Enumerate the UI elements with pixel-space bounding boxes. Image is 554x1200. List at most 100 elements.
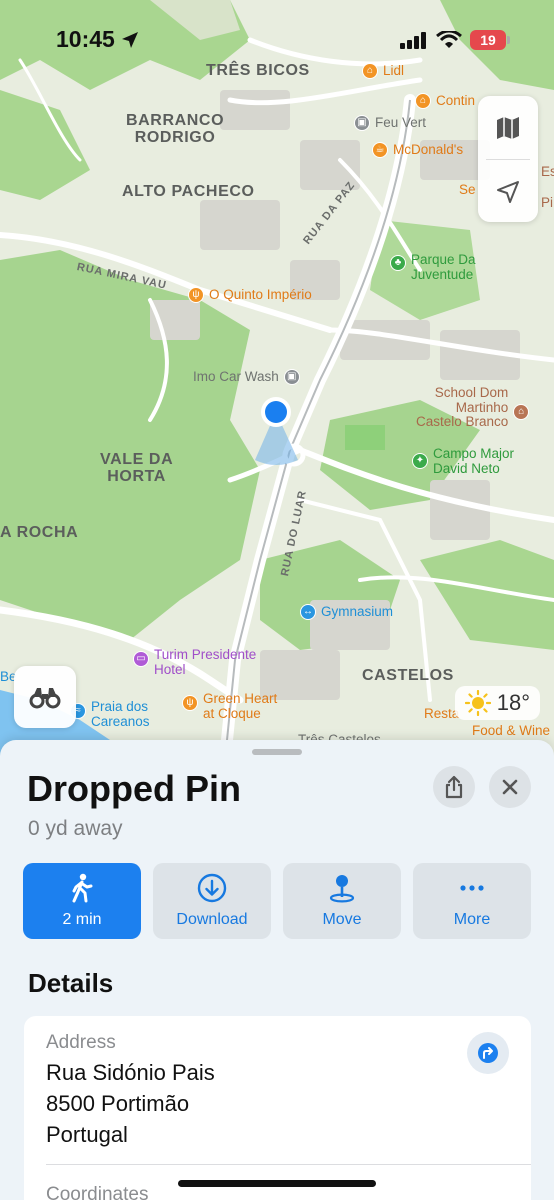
- fork-knife-icon: ψ: [188, 287, 204, 303]
- area-label-a-rocha: A ROCHA: [0, 524, 79, 541]
- poi-mcdonalds[interactable]: ☕ McDonald's: [372, 142, 463, 158]
- place-sheet: Dropped Pin 0 yd away 2 min Download Mov…: [0, 740, 554, 1200]
- download-icon: [197, 873, 227, 903]
- cellular-signal-icon: [400, 32, 426, 49]
- map-icon: [497, 116, 519, 139]
- share-icon: [445, 775, 463, 799]
- directions-walk-label: 2 min: [62, 911, 102, 928]
- poi-imo-car-wash[interactable]: ▣ Imo Car Wash: [193, 369, 300, 385]
- school-icon: ⌂: [513, 404, 530, 420]
- poi-parque-label: Parque Da Juventude: [411, 252, 476, 282]
- poi-gymnasium[interactable]: ↔ Gymnasium: [300, 604, 393, 620]
- tree-icon: ♣: [390, 255, 406, 271]
- area-label-alto-pacheco: ALTO PACHECO: [122, 183, 255, 200]
- directions-walk-button[interactable]: 2 min: [23, 863, 141, 939]
- move-label: Move: [322, 911, 362, 928]
- download-button[interactable]: Download: [153, 863, 271, 939]
- home-indicator[interactable]: [178, 1180, 376, 1187]
- poi-feu-vert[interactable]: ▣ Feu Vert: [354, 115, 426, 131]
- sports-icon: ✦: [412, 453, 428, 469]
- car-icon: ▣: [354, 115, 370, 131]
- status-time: 10:45: [56, 26, 139, 53]
- wifi-icon: [436, 30, 462, 48]
- close-button[interactable]: [489, 766, 531, 808]
- pin-icon: [329, 875, 355, 903]
- poi-quinto-label: O Quinto Império: [209, 286, 312, 302]
- address-label: Address: [46, 1032, 116, 1053]
- food-icon: ☕: [372, 142, 388, 158]
- place-title: Dropped Pin: [27, 768, 241, 809]
- sheet-grabber[interactable]: [252, 749, 302, 755]
- poi-green-heart[interactable]: ψ Green Heart at Cloque: [182, 691, 278, 721]
- poi-food-wine-label: Food & Wine: [472, 723, 551, 738]
- fork-knife-icon: ψ: [182, 695, 198, 711]
- address-line-3[interactable]: Portugal: [46, 1122, 128, 1148]
- poi-gymnasium-label: Gymnasium: [321, 603, 394, 619]
- poi-resta-partial: Resta: [424, 706, 460, 722]
- status-bar: 10:45 19: [0, 0, 554, 70]
- dumbbell-icon: ↔: [300, 604, 316, 620]
- area-label-vale-da-horta: VALE DA HORTA: [100, 451, 174, 486]
- poi-se-partial: Se: [459, 182, 476, 198]
- cart-icon: ⌂: [415, 93, 431, 109]
- look-around-button[interactable]: [14, 666, 76, 728]
- track-location-button[interactable]: [478, 160, 538, 223]
- poi-praia-dos-careanos[interactable]: ≈ Praia dos Careanos: [70, 699, 150, 729]
- area-label-castelos: CASTELOS: [362, 667, 454, 684]
- weather-badge: 18°: [454, 686, 540, 720]
- status-time-text: 10:45: [56, 26, 115, 52]
- map-mode-button[interactable]: [478, 96, 538, 159]
- poi-parque-da-juventude[interactable]: ♣ Parque Da Juventude: [390, 252, 476, 282]
- map-controls: [478, 96, 538, 222]
- details-heading: Details: [28, 968, 114, 998]
- poi-imo-label: Imo Car Wash: [193, 368, 279, 384]
- move-pin-button[interactable]: Move: [283, 863, 401, 939]
- poi-pi-label: Pi: [541, 195, 554, 210]
- poi-mcdonalds-label: McDonald's: [393, 141, 464, 157]
- share-button[interactable]: [433, 766, 475, 808]
- poi-food-wine-partial: Food & Wine: [472, 723, 551, 739]
- battery-indicator: 19: [470, 30, 510, 50]
- more-button[interactable]: More: [413, 863, 531, 939]
- place-distance: 0 yd away: [28, 817, 123, 840]
- system-icons: 19: [400, 30, 510, 50]
- sun-icon: [464, 690, 491, 716]
- coordinates-label: Coordinates: [46, 1184, 149, 1200]
- poi-feu-vert-label: Feu Vert: [375, 114, 427, 130]
- location-arrow-outline-icon: [497, 180, 519, 203]
- binoculars-icon: [29, 688, 61, 709]
- poi-continente-label: Contin: [436, 92, 476, 108]
- address-line-1[interactable]: Rua Sidónio Pais: [46, 1060, 215, 1086]
- download-label: Download: [176, 911, 248, 928]
- poi-school-label: School Dom Martinho Castelo Branco: [416, 385, 509, 430]
- ellipsis-icon: [460, 885, 484, 891]
- location-arrow-icon: [121, 31, 138, 48]
- turn-arrow-icon: [478, 1043, 498, 1063]
- poi-es-label: Es: [541, 164, 554, 179]
- poi-continente[interactable]: ⌂ Contin: [415, 93, 475, 109]
- details-card: Address Rua Sidónio Pais 8500 Portimão P…: [24, 1016, 531, 1200]
- details-divider: [46, 1164, 531, 1165]
- poi-turim-presidente[interactable]: ▭ Turim Presidente Hotel: [133, 647, 257, 677]
- poi-o-quinto-imperio[interactable]: ψ O Quinto Império: [188, 287, 312, 303]
- poi-turim-label: Turim Presidente Hotel: [154, 647, 257, 677]
- more-label: More: [453, 911, 491, 928]
- bed-icon: ▭: [133, 651, 149, 667]
- address-directions-button[interactable]: [467, 1032, 509, 1074]
- poi-school-dom-martinho[interactable]: ⌂ School Dom Martinho Castelo Branco: [416, 385, 530, 430]
- weather-temperature: 18°: [496, 690, 530, 715]
- close-icon: [502, 779, 518, 795]
- poi-resta-label: Resta: [424, 706, 460, 721]
- poi-green-heart-label: Green Heart at Cloque: [203, 691, 278, 721]
- poi-campo-label: Campo Major David Neto: [433, 446, 515, 476]
- poi-se-label: Se: [459, 182, 476, 197]
- area-label-barranco-rodrigo: BARRANCO RODRIGO: [126, 112, 225, 147]
- address-line-2[interactable]: 8500 Portimão: [46, 1091, 189, 1117]
- map-view[interactable]: TRÊS BICOS BARRANCO RODRIGO ALTO PACHECO…: [0, 0, 554, 760]
- poi-pi-partial: Pi: [541, 195, 554, 211]
- poi-campo-major[interactable]: ✦ Campo Major David Neto: [412, 446, 515, 476]
- car-wash-icon: ▣: [283, 369, 300, 385]
- walk-icon: [72, 873, 93, 903]
- poi-praia-label: Praia dos Careanos: [91, 699, 150, 729]
- poi-es-partial: Es: [541, 164, 554, 180]
